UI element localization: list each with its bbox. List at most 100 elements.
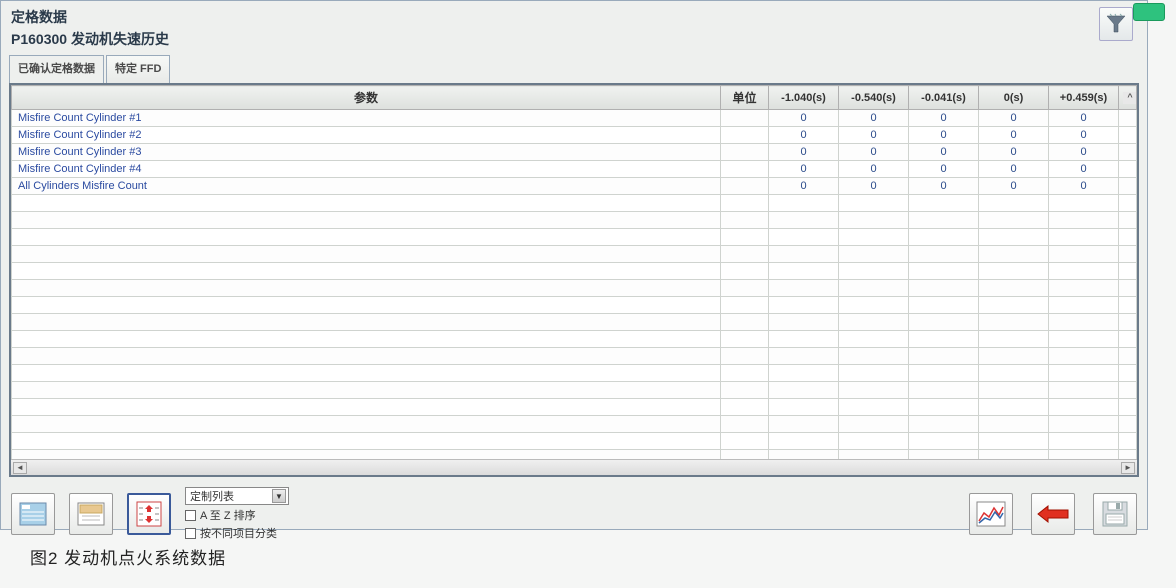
- empty-cell: [909, 382, 979, 399]
- value-cell: 0: [839, 110, 909, 127]
- page-title: 定格数据: [11, 7, 169, 27]
- scroll-up-icon[interactable]: ^: [1123, 92, 1137, 104]
- empty-cell: [979, 348, 1049, 365]
- col-header-param[interactable]: 参数: [12, 86, 721, 110]
- table-row[interactable]: Misfire Count Cylinder #400000: [12, 161, 1137, 178]
- table-row: [12, 331, 1137, 348]
- empty-cell: [979, 433, 1049, 450]
- empty-cell: [769, 246, 839, 263]
- empty-cell: [769, 297, 839, 314]
- empty-cell: [1049, 399, 1119, 416]
- view-expand-button[interactable]: [127, 493, 171, 535]
- col-header-time-2[interactable]: -0.041(s): [909, 86, 979, 110]
- table-row: [12, 365, 1137, 382]
- vscroll-header: ^: [1119, 86, 1137, 110]
- empty-cell: [839, 229, 909, 246]
- group-items-checkbox[interactable]: 按不同项目分类: [185, 525, 289, 541]
- toolbar-left: 定制列表 ▼ A 至 Z 排序 按不同项目分类: [11, 487, 289, 541]
- empty-cell: [12, 297, 721, 314]
- scroll-left-icon[interactable]: ◄: [13, 462, 27, 474]
- empty-cell: [979, 399, 1049, 416]
- empty-cell: [12, 314, 721, 331]
- table-row: [12, 280, 1137, 297]
- empty-cell: [769, 212, 839, 229]
- graph-button[interactable]: [969, 493, 1013, 535]
- empty-cell: [1049, 297, 1119, 314]
- empty-cell: [721, 433, 769, 450]
- empty-cell: [1119, 229, 1137, 246]
- select-value: 定制列表: [190, 488, 234, 504]
- empty-cell: [839, 365, 909, 382]
- table-row: [12, 263, 1137, 280]
- checkbox-label: 按不同项目分类: [200, 525, 277, 541]
- empty-cell: [1049, 246, 1119, 263]
- empty-cell: [909, 263, 979, 280]
- filter-button[interactable]: [1099, 7, 1133, 41]
- empty-cell: [979, 263, 1049, 280]
- empty-cell: [1049, 195, 1119, 212]
- empty-cell: [12, 399, 721, 416]
- sort-az-checkbox[interactable]: A 至 Z 排序: [185, 507, 289, 523]
- empty-cell: [721, 382, 769, 399]
- col-header-time-1[interactable]: -0.540(s): [839, 86, 909, 110]
- table-row[interactable]: All Cylinders Misfire Count00000: [12, 178, 1137, 195]
- back-button[interactable]: [1031, 493, 1075, 535]
- table-row[interactable]: Misfire Count Cylinder #300000: [12, 144, 1137, 161]
- scroll-right-icon[interactable]: ►: [1121, 462, 1135, 474]
- empty-cell: [721, 212, 769, 229]
- horizontal-scrollbar[interactable]: ◄ ►: [11, 459, 1137, 475]
- empty-cell: [1119, 297, 1137, 314]
- empty-cell: [12, 212, 721, 229]
- empty-cell: [12, 433, 721, 450]
- table-row: [12, 246, 1137, 263]
- empty-cell: [1119, 416, 1137, 433]
- empty-cell: [1119, 433, 1137, 450]
- view-list-button[interactable]: [11, 493, 55, 535]
- empty-cell: [909, 365, 979, 382]
- unit-cell: [721, 178, 769, 195]
- col-header-unit[interactable]: 单位: [721, 86, 769, 110]
- empty-cell: [769, 314, 839, 331]
- table-row: [12, 212, 1137, 229]
- value-cell: 0: [1049, 161, 1119, 178]
- expand-arrows-icon: [135, 500, 163, 528]
- table-row: [12, 382, 1137, 399]
- value-cell: 0: [909, 178, 979, 195]
- empty-cell: [769, 195, 839, 212]
- empty-cell: [769, 382, 839, 399]
- filter-funnel-icon: [1104, 12, 1128, 36]
- view-card-button[interactable]: [69, 493, 113, 535]
- save-button[interactable]: [1093, 493, 1137, 535]
- line-chart-icon: [976, 501, 1006, 527]
- empty-cell: [979, 331, 1049, 348]
- custom-list-select[interactable]: 定制列表 ▼: [185, 487, 289, 505]
- empty-cell: [839, 314, 909, 331]
- back-arrow-icon: [1036, 504, 1070, 524]
- vscroll-cell: [1119, 127, 1137, 144]
- toolbar-right: [969, 493, 1137, 535]
- unit-cell: [721, 127, 769, 144]
- empty-cell: [1119, 212, 1137, 229]
- col-header-time-0[interactable]: -1.040(s): [769, 86, 839, 110]
- data-table-container: 参数 单位 -1.040(s) -0.540(s) -0.041(s) 0(s)…: [9, 83, 1139, 477]
- value-cell: 0: [769, 144, 839, 161]
- empty-cell: [1119, 331, 1137, 348]
- table-row: [12, 195, 1137, 212]
- empty-cell: [1119, 365, 1137, 382]
- vscroll-cell: [1119, 144, 1137, 161]
- empty-cell: [721, 399, 769, 416]
- empty-cell: [839, 348, 909, 365]
- dropdown-arrow-icon: ▼: [272, 489, 286, 503]
- table-row[interactable]: Misfire Count Cylinder #200000: [12, 127, 1137, 144]
- empty-cell: [769, 229, 839, 246]
- empty-cell: [721, 348, 769, 365]
- col-header-time-3[interactable]: 0(s): [979, 86, 1049, 110]
- tab-specific-ffd[interactable]: 特定 FFD: [106, 55, 170, 83]
- empty-cell: [12, 382, 721, 399]
- empty-cell: [1049, 263, 1119, 280]
- tab-confirmed-freeze-data[interactable]: 已确认定格数据: [9, 55, 104, 83]
- col-header-time-4[interactable]: +0.459(s): [1049, 86, 1119, 110]
- value-cell: 0: [1049, 144, 1119, 161]
- table-body: Misfire Count Cylinder #100000Misfire Co…: [12, 110, 1137, 467]
- table-row[interactable]: Misfire Count Cylinder #100000: [12, 110, 1137, 127]
